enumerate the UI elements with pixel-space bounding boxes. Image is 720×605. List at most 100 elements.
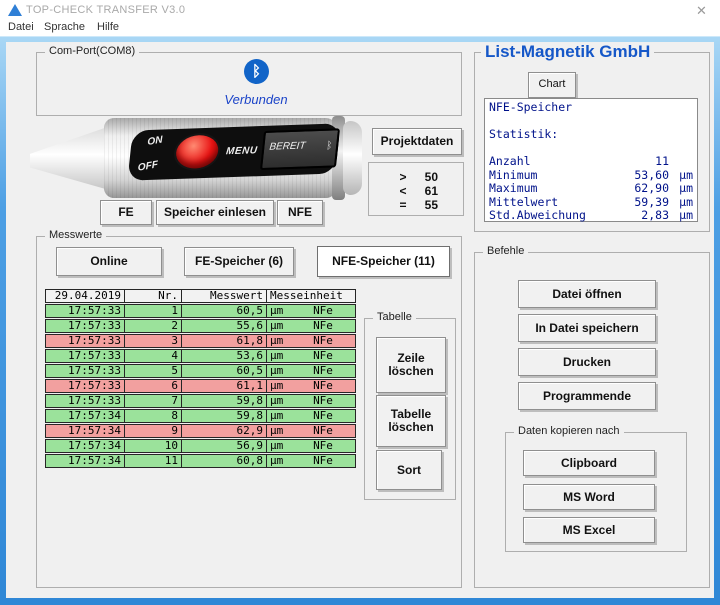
threshold-op: = — [394, 198, 412, 212]
menu-item-hilfe[interactable]: Hilfe — [97, 21, 119, 33]
cell-nr[interactable]: 11 — [124, 454, 182, 468]
cell-messwert[interactable]: 62,9 — [181, 424, 267, 438]
table-row[interactable]: 17:57:33661,1µmNFe — [45, 379, 356, 393]
cell-messwert[interactable]: 56,9 — [181, 439, 267, 453]
menu-bar: Datei Sprache Hilfe — [0, 20, 720, 36]
cell-messeinheit[interactable]: µmNFe — [266, 409, 356, 423]
table-row[interactable]: 17:57:33759,8µmNFe — [45, 394, 356, 408]
table-row[interactable]: 17:57:34859,8µmNFe — [45, 409, 356, 423]
menu-item-sprache[interactable]: Sprache — [44, 21, 85, 33]
cell-messeinheit[interactable]: µmNFe — [266, 334, 356, 348]
cell-time[interactable]: 17:57:33 — [45, 334, 125, 348]
cell-time[interactable]: 17:57:33 — [45, 319, 125, 333]
zeile-loeschen-button[interactable]: Zeile löschen — [376, 337, 446, 393]
cell-nr[interactable]: 1 — [124, 304, 182, 318]
clipboard-button[interactable]: Clipboard — [523, 450, 655, 476]
cell-nr[interactable]: 6 — [124, 379, 182, 393]
cell-messwert[interactable]: 60,5 — [181, 364, 267, 378]
table-row[interactable]: 17:57:341160,8µmNFe — [45, 454, 356, 468]
cell-messeinheit[interactable]: µmNFe — [266, 304, 356, 318]
cell-messwert[interactable]: 61,1 — [181, 379, 267, 393]
cell-messeinheit[interactable]: µmNFe — [266, 424, 356, 438]
threshold-value: 55 — [412, 198, 438, 212]
ms-word-button[interactable]: MS Word — [523, 484, 655, 510]
app-logo-icon — [8, 4, 22, 16]
cell-time[interactable]: 17:57:34 — [45, 424, 125, 438]
daten-kopieren-group-label: Daten kopieren nach — [514, 425, 624, 437]
tab-online[interactable]: Online — [56, 247, 162, 276]
cell-nr[interactable]: 10 — [124, 439, 182, 453]
tab-nfe-speicher[interactable]: NFE-Speicher (11) — [317, 246, 450, 277]
cell-nr[interactable]: 3 — [124, 334, 182, 348]
statistics-box: NFE-Speicher Statistik: Anzahl11 Minimum… — [484, 98, 698, 222]
bluetooth-status-label: Verbunden — [206, 92, 306, 107]
title-bar: TOP-CHECK TRANSFER V3.0 ✕ — [0, 0, 720, 20]
cell-messwert[interactable]: 59,8 — [181, 409, 267, 423]
cell-time[interactable]: 17:57:34 — [45, 439, 125, 453]
cell-time[interactable]: 17:57:33 — [45, 304, 125, 318]
cell-messwert[interactable]: 55,6 — [181, 319, 267, 333]
cell-nr[interactable]: 8 — [124, 409, 182, 423]
cell-messwert[interactable]: 59,8 — [181, 394, 267, 408]
cell-messeinheit[interactable]: µmNFe — [266, 349, 356, 363]
cell-messwert[interactable]: 60,5 — [181, 304, 267, 318]
threshold-box: > 50 < 61 = 55 — [368, 162, 464, 216]
cell-messwert[interactable]: 53,6 — [181, 349, 267, 363]
chart-button[interactable]: Chart — [528, 72, 576, 98]
cell-time[interactable]: 17:57:33 — [45, 379, 125, 393]
threshold-value: 50 — [412, 170, 438, 184]
sort-button[interactable]: Sort — [376, 450, 442, 490]
table-row[interactable]: 17:57:33255,6µmNFe — [45, 319, 356, 333]
cell-time[interactable]: 17:57:33 — [45, 364, 125, 378]
device-display: BEREIT ᛒ — [260, 128, 340, 170]
table-row[interactable]: 17:57:33560,5µmNFe — [45, 364, 356, 378]
cell-nr[interactable]: 7 — [124, 394, 182, 408]
cell-time[interactable]: 17:57:34 — [45, 409, 125, 423]
stat-row-stdabweichung: Std.Abweichung2,83µm — [489, 209, 693, 223]
header-messeinheit: Messeinheit — [266, 289, 356, 303]
tabelle-loeschen-button[interactable]: Tabelle löschen — [376, 395, 446, 447]
brand-title: List-Magnetik GmbH — [481, 42, 654, 62]
stat-row-mittelwert: Mittelwert59,39µm — [489, 196, 693, 210]
programmende-button[interactable]: Programmende — [518, 382, 656, 410]
stat-row-anzahl: Anzahl11 — [489, 155, 693, 169]
stats-subheading: Statistik: — [489, 128, 693, 142]
cell-nr[interactable]: 5 — [124, 364, 182, 378]
cell-messeinheit[interactable]: µmNFe — [266, 439, 356, 453]
cell-time[interactable]: 17:57:33 — [45, 394, 125, 408]
speicher-einlesen-button[interactable]: Speicher einlesen — [156, 200, 274, 225]
projektdaten-button[interactable]: Projektdaten — [372, 128, 462, 155]
table-row[interactable]: 17:57:341056,9µmNFe — [45, 439, 356, 453]
table-row[interactable]: 17:57:34962,9µmNFe — [45, 424, 356, 438]
cell-messeinheit[interactable]: µmNFe — [266, 319, 356, 333]
drucken-button[interactable]: Drucken — [518, 348, 656, 376]
menu-item-datei[interactable]: Datei — [8, 21, 34, 33]
table-row[interactable]: 17:57:33160,5µmNFe — [45, 304, 356, 318]
stat-row-maximum: Maximum62,90µm — [489, 182, 693, 196]
datei-oeffnen-button[interactable]: Datei öffnen — [518, 280, 656, 308]
header-messwert: Messwert — [181, 289, 267, 303]
threshold-row-gt: > 50 — [369, 170, 463, 184]
fe-button[interactable]: FE — [100, 200, 152, 225]
in-datei-speichern-button[interactable]: In Datei speichern — [518, 314, 656, 342]
cell-messeinheit[interactable]: µmNFe — [266, 454, 356, 468]
cell-messeinheit[interactable]: µmNFe — [266, 364, 356, 378]
cell-messeinheit[interactable]: µmNFe — [266, 379, 356, 393]
cell-messwert[interactable]: 61,8 — [181, 334, 267, 348]
cell-time[interactable]: 17:57:34 — [45, 454, 125, 468]
table-row[interactable]: 17:57:33453,6µmNFe — [45, 349, 356, 363]
cell-messeinheit[interactable]: µmNFe — [266, 394, 356, 408]
messwerte-group-label: Messwerte — [45, 229, 106, 241]
ms-excel-button[interactable]: MS Excel — [523, 517, 655, 543]
cell-nr[interactable]: 4 — [124, 349, 182, 363]
cell-nr[interactable]: 9 — [124, 424, 182, 438]
cell-nr[interactable]: 2 — [124, 319, 182, 333]
device-on-label: ON — [147, 135, 162, 149]
threshold-row-lt: < 61 — [369, 184, 463, 198]
cell-messwert[interactable]: 60,8 — [181, 454, 267, 468]
nfe-button[interactable]: NFE — [277, 200, 323, 225]
cell-time[interactable]: 17:57:33 — [45, 349, 125, 363]
table-row[interactable]: 17:57:33361,8µmNFe — [45, 334, 356, 348]
close-icon[interactable]: ✕ — [696, 3, 707, 19]
tab-fe-speicher[interactable]: FE-Speicher (6) — [184, 247, 294, 276]
